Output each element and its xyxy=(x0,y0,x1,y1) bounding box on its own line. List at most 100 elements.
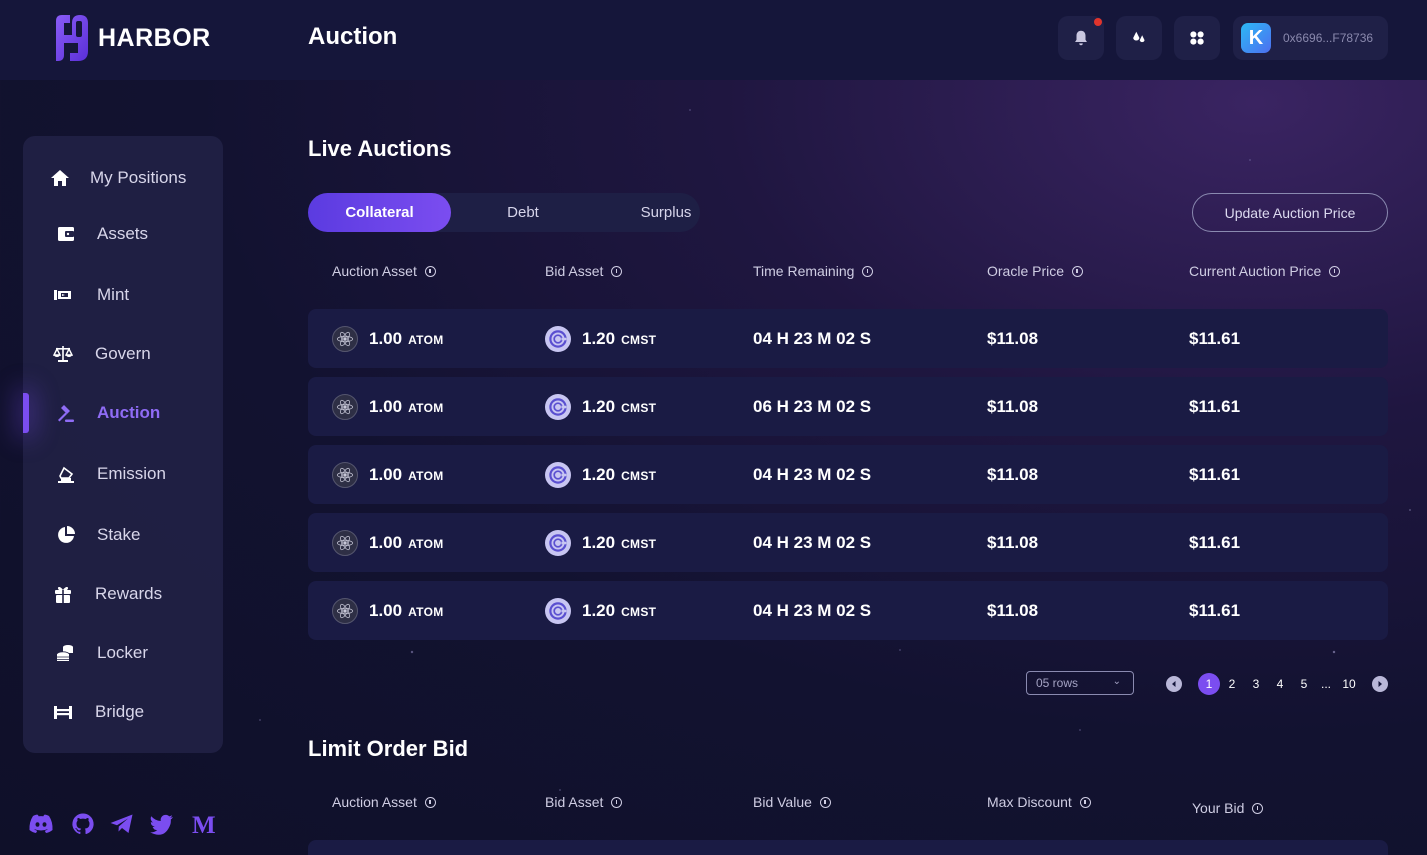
home-icon xyxy=(50,168,70,188)
page-4[interactable]: 4 xyxy=(1274,673,1286,695)
rows-per-page-select[interactable]: 05 rows ⌄ xyxy=(1026,671,1134,695)
sidebar-item-mint[interactable]: Mint xyxy=(23,275,223,315)
twitter-icon[interactable] xyxy=(148,811,176,837)
info-icon[interactable] xyxy=(1329,265,1341,277)
bid-unit: CMST xyxy=(621,469,657,483)
sidebar-item-stake[interactable]: Stake xyxy=(23,515,223,555)
current-auction-price-cell: $11.61 xyxy=(1189,396,1241,416)
auction-amount: 1.00 xyxy=(369,532,403,552)
theme-button[interactable] xyxy=(1116,16,1162,60)
column-header-label: Bid Asset xyxy=(545,263,604,279)
auction-amount: 1.00 xyxy=(369,328,403,348)
telegram-icon[interactable] xyxy=(108,811,136,837)
atom-icon xyxy=(332,393,358,420)
table-row[interactable]: 1.00 ATOM 1.20 CMST 06 H 23 M 02 S $11.08 $11.… xyxy=(308,377,1388,436)
tab-collateral[interactable]: Collateral xyxy=(308,193,451,232)
auction-unit: ATOM xyxy=(408,605,444,619)
page-10[interactable]: 10 xyxy=(1339,673,1359,695)
sidebar-item-label: Govern xyxy=(95,344,151,363)
harbor-logo-icon xyxy=(56,15,88,61)
auction-unit: ATOM xyxy=(408,469,444,483)
table-row[interactable]: 1.00 ATOM 1.20 CMST 04 H 23 M 02 S $11.08 $11.… xyxy=(308,581,1388,640)
notification-dot xyxy=(1094,18,1102,26)
update-auction-price-button[interactable]: Update Auction Price xyxy=(1192,193,1388,232)
tab-debt[interactable]: Debt xyxy=(451,193,595,232)
coins-icon xyxy=(55,643,75,663)
notifications-button[interactable] xyxy=(1058,16,1104,60)
sidebar-item-label: Bridge xyxy=(95,702,145,721)
info-icon[interactable] xyxy=(819,796,831,808)
column-header-auction-asset: Auction Asset xyxy=(332,794,436,810)
sidebar-item-assets[interactable]: Assets xyxy=(23,214,223,254)
auction-asset-cell: 1.00 ATOM xyxy=(332,377,444,436)
medium-icon[interactable]: M xyxy=(190,811,218,837)
sidebar-item-my-positions[interactable]: My Positions xyxy=(23,158,223,198)
prev-page-button[interactable] xyxy=(1166,676,1182,692)
cmst-icon xyxy=(545,597,571,624)
info-icon[interactable] xyxy=(1072,265,1084,277)
cmst-icon xyxy=(545,325,571,352)
column-header-label: Current Auction Price xyxy=(1189,263,1322,279)
table-row[interactable]: 1.00 ATOM 1.20 CMST 04 H 23 M 02 S $11.08 $11.… xyxy=(308,513,1388,572)
sidebar-item-locker[interactable]: Locker xyxy=(23,633,223,673)
auction-unit: ATOM xyxy=(408,537,444,551)
auction-amount: 1.00 xyxy=(369,396,403,416)
active-indicator xyxy=(23,393,29,433)
sidebar-item-rewards[interactable]: Rewards xyxy=(23,574,223,614)
info-icon[interactable] xyxy=(424,265,436,277)
bid-unit: CMST xyxy=(621,333,657,347)
cmst-icon xyxy=(545,393,571,420)
emission-icon xyxy=(56,464,76,484)
table-row[interactable]: 1.00 ATOM 1.20 CMST 04 H 23 M 02 S $11.08 $11.… xyxy=(308,445,1388,504)
info-icon[interactable] xyxy=(1079,796,1091,808)
atom-icon xyxy=(332,529,358,556)
info-icon[interactable] xyxy=(611,796,623,808)
wallet-button[interactable]: K 0x6696...F78736 xyxy=(1233,16,1388,60)
sidebar-item-auction[interactable]: Auction xyxy=(23,393,223,433)
sidebar-item-bridge[interactable]: Bridge xyxy=(23,692,223,732)
oracle-price-cell: $11.08 xyxy=(987,328,1039,348)
chevron-right-icon xyxy=(1378,681,1382,687)
column-header-label: Your Bid xyxy=(1192,800,1245,816)
tab-surplus[interactable]: Surplus xyxy=(595,193,737,232)
sidebar-item-govern[interactable]: Govern xyxy=(23,334,223,374)
gavel-icon xyxy=(55,403,75,423)
page-3[interactable]: 3 xyxy=(1250,673,1262,695)
column-header-label: Auction Asset xyxy=(332,263,417,279)
bid-asset-cell: 1.20 CMST xyxy=(545,513,656,572)
sidebar-item-emission[interactable]: Emission xyxy=(23,454,223,494)
table-row[interactable]: 1.00 ATOM 1.20 CMST 04 H 23 M 02 S $11.08 $11.… xyxy=(308,309,1388,368)
keplr-icon: K xyxy=(1241,23,1271,53)
atom-icon xyxy=(332,461,358,488)
info-icon[interactable] xyxy=(1252,802,1264,814)
page-2[interactable]: 2 xyxy=(1226,673,1238,695)
auction-unit: ATOM xyxy=(408,333,444,347)
next-page-button[interactable] xyxy=(1372,676,1388,692)
harbor-logo[interactable]: HARBOR xyxy=(50,11,211,65)
page-1[interactable]: 1 xyxy=(1198,673,1220,695)
column-header-bid-asset: Bid Asset xyxy=(545,794,623,810)
discord-icon[interactable] xyxy=(27,811,55,837)
limit-order-bid-title: Limit Order Bid xyxy=(308,736,469,761)
column-header-label: Max Discount xyxy=(987,794,1072,810)
limit-order-row xyxy=(308,840,1388,855)
column-header-oracle-price: Oracle Price xyxy=(987,263,1084,279)
sidebar-item-label: Assets xyxy=(97,224,149,243)
auction-amount: 1.00 xyxy=(369,464,403,484)
bid-amount: 1.20 xyxy=(582,328,616,348)
apps-button[interactable] xyxy=(1174,16,1220,60)
info-icon[interactable] xyxy=(424,796,436,808)
info-icon[interactable] xyxy=(611,265,623,277)
chevron-down-icon: ⌄ xyxy=(1112,676,1121,687)
current-auction-price-cell: $11.61 xyxy=(1189,532,1241,552)
time-remaining-cell: 06 H 23 M 02 S xyxy=(753,396,872,416)
auction-unit: ATOM xyxy=(408,401,444,415)
github-icon[interactable] xyxy=(69,811,97,837)
oracle-price-cell: $11.08 xyxy=(987,532,1039,552)
column-header-label: Time Remaining xyxy=(753,263,855,279)
mint-icon xyxy=(53,285,73,305)
page-5[interactable]: 5 xyxy=(1298,673,1310,695)
info-icon[interactable] xyxy=(862,265,874,277)
column-header-time-remaining: Time Remaining xyxy=(753,263,874,279)
bid-asset-cell: 1.20 CMST xyxy=(545,445,656,504)
